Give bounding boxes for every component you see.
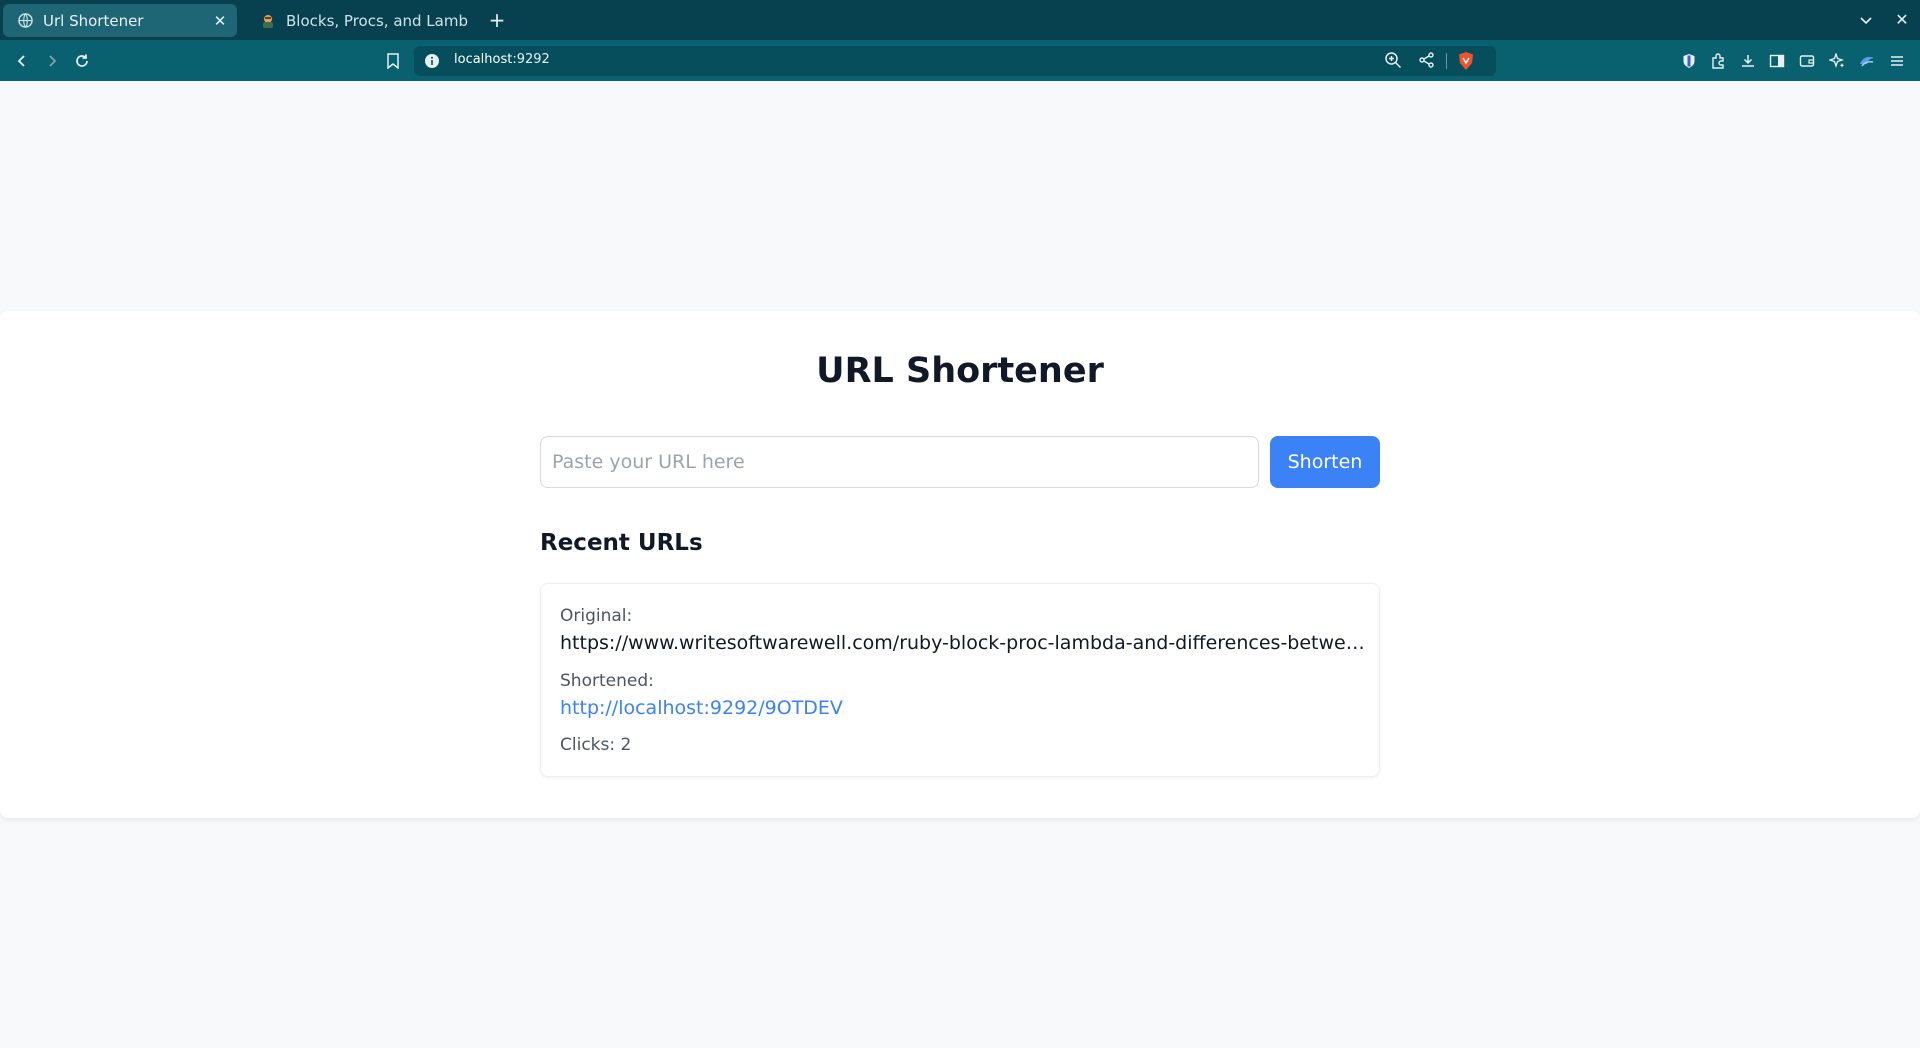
url-list-item: Original: https://www.writesoftwarewell.… [540, 583, 1380, 777]
original-url: https://www.writesoftwarewell.com/ruby-b… [560, 632, 1368, 654]
recent-urls-heading: Recent URLs [540, 530, 703, 556]
site-favicon-icon [259, 12, 277, 30]
tab-title: Blocks, Procs, and Lambdas: [286, 11, 468, 30]
share-icon[interactable] [1418, 51, 1436, 73]
vpn-shield-icon[interactable] [1677, 49, 1701, 73]
separator [1446, 53, 1447, 69]
close-tab-icon[interactable]: ✕ [209, 10, 231, 32]
site-info-icon[interactable] [424, 53, 440, 69]
tab-blocks-procs-lambdas[interactable]: Blocks, Procs, and Lambdas: [246, 4, 468, 37]
original-label: Original: [560, 606, 633, 626]
sidebar-icon[interactable] [1765, 49, 1789, 73]
brave-shields-icon[interactable] [1457, 51, 1475, 75]
reload-icon[interactable] [70, 49, 94, 73]
window-close-icon[interactable]: ✕ [1891, 9, 1913, 31]
wallet-icon[interactable] [1795, 49, 1819, 73]
address-bar[interactable]: localhost:9292 [414, 46, 1496, 76]
leo-ai-icon[interactable] [1825, 49, 1849, 73]
forward-icon[interactable] [40, 49, 64, 73]
profile-icon[interactable] [1855, 49, 1879, 73]
back-icon[interactable] [10, 49, 34, 73]
shortened-label: Shortened: [560, 671, 654, 691]
download-icon[interactable] [1736, 49, 1760, 73]
page-title: URL Shortener [816, 351, 1104, 391]
browser-tab-strip: Url Shortener ✕ Blocks, Procs, and Lambd… [0, 0, 1920, 40]
address-host: localhost [454, 52, 513, 67]
tab-title: Url Shortener [43, 11, 144, 30]
shorten-button[interactable]: Shorten [1270, 436, 1380, 488]
globe-icon [16, 12, 34, 30]
extensions-icon[interactable] [1706, 49, 1730, 73]
browser-toolbar: localhost:9292 [0, 40, 1920, 81]
clicks-count: Clicks: 2 [560, 735, 632, 755]
new-tab-button[interactable]: + [486, 9, 508, 31]
shortener-card: URL Shortener Shorten Recent URLs Origin… [0, 311, 1920, 818]
tab-url-shortener[interactable]: Url Shortener ✕ [3, 4, 237, 37]
bookmark-icon[interactable] [381, 49, 405, 73]
address-text[interactable]: localhost:9292 [454, 52, 550, 67]
chevron-down-icon[interactable] [1855, 9, 1877, 31]
short-url-link[interactable]: http://localhost:9292/9OTDEV [560, 697, 843, 719]
menu-icon[interactable] [1885, 49, 1909, 73]
url-input[interactable] [540, 436, 1259, 488]
address-port: :9292 [512, 52, 550, 67]
zoom-icon[interactable] [1384, 51, 1402, 73]
